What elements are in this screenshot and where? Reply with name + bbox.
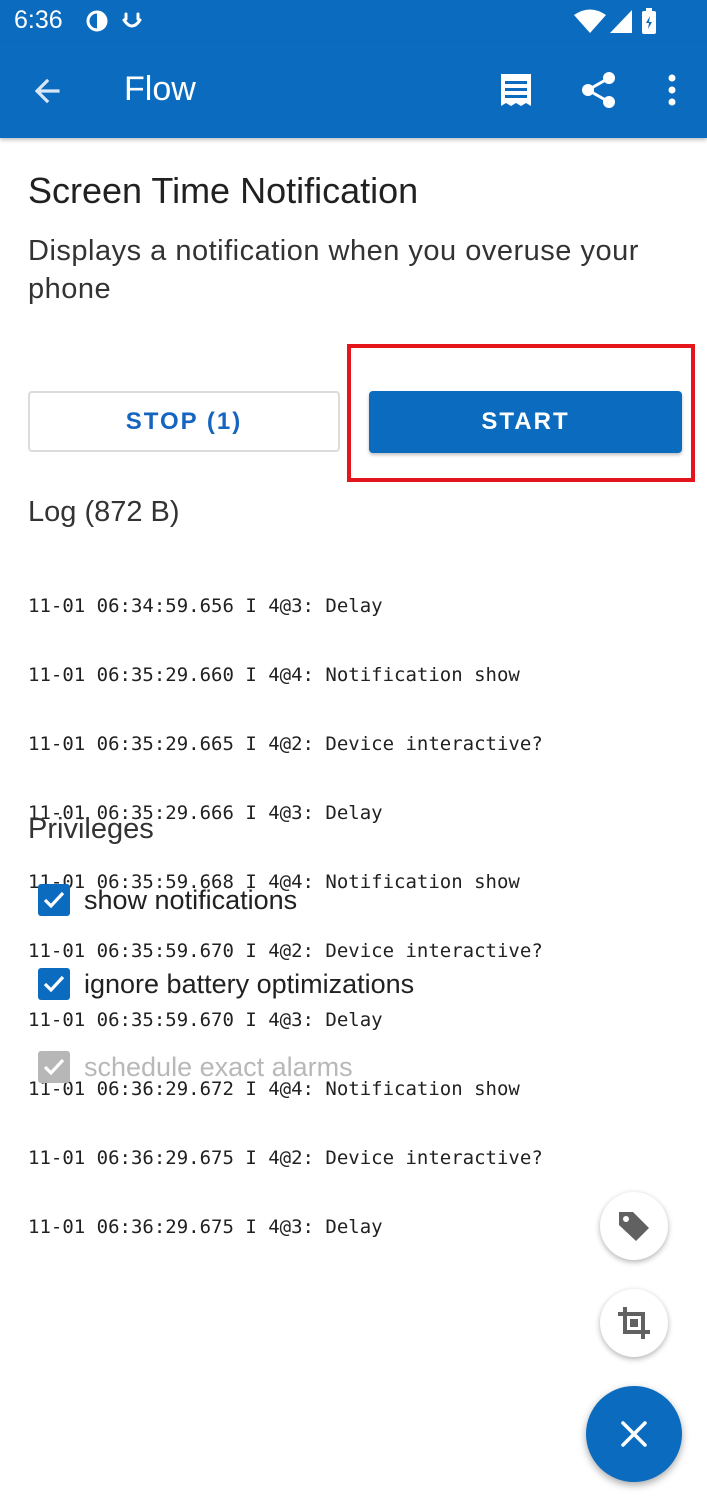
checkbox-ignore-battery[interactable] [38,968,70,1000]
status-right-icons [572,8,667,41]
log-title: Log (872 B) [28,496,180,528]
log-line: 11-01 06:35:59.670 I 4@3: Delay [28,1009,383,1031]
face-icon [122,12,142,28]
log-line: 11-01 06:35:29.660 I 4@4: Notification s… [28,664,520,686]
tag-fab[interactable] [600,1192,668,1260]
privileges-title: Privileges [28,813,154,845]
crop-fab[interactable] [600,1289,668,1357]
share-button[interactable] [575,66,623,114]
more-options-button[interactable] [650,66,698,114]
close-fab[interactable] [586,1386,682,1482]
privilege-ignore-battery[interactable]: ignore battery optimizations [38,964,414,1004]
close-icon [621,1421,647,1447]
back-button[interactable] [28,70,70,112]
more-vert-icon [668,74,676,106]
start-highlight-box [347,344,695,482]
privilege-label: ignore battery optimizations [84,968,415,999]
status-left-icons [86,8,146,39]
checkbox-show-notifications[interactable] [38,884,70,916]
app-bar: Flow [0,42,707,138]
tag-icon [619,1212,649,1241]
privilege-show-notifications[interactable]: show notifications [38,880,297,920]
privilege-label: show notifications [84,884,298,915]
share-icon [582,72,615,108]
check-icon [43,1058,65,1076]
flow-description: Displays a notification when you overuse… [28,235,639,305]
privilege-exact-alarms: schedule exact alarms [38,1047,353,1087]
wifi-icon [574,9,606,33]
signal-icon [610,10,632,33]
log-line: 11-01 06:34:59.656 I 4@3: Delay [28,595,383,617]
back-arrow-icon [34,78,60,104]
flow-title: Screen Time Notification [28,170,419,211]
data-saver-icon [86,10,108,32]
checkbox-exact-alarms [38,1051,70,1083]
crop-icon [618,1307,650,1339]
log-line: 11-01 06:36:29.675 I 4@2: Device interac… [28,1147,543,1169]
status-time: 6:36 [14,6,63,34]
privilege-label: schedule exact alarms [84,1051,353,1082]
log-line: 11-01 06:36:29.675 I 4@3: Delay [28,1216,383,1238]
status-bar: 6:36 [0,0,707,42]
log-button[interactable] [492,66,540,114]
log-line: 11-01 06:35:59.670 I 4@2: Device interac… [28,940,543,962]
stop-button[interactable]: STOP (1) [28,391,340,452]
log-icon [501,74,531,106]
battery-icon [642,8,656,34]
log-line: 11-01 06:35:29.665 I 4@2: Device interac… [28,733,543,755]
app-title: Flow [124,70,196,108]
check-icon [43,975,65,993]
check-icon [43,891,65,909]
